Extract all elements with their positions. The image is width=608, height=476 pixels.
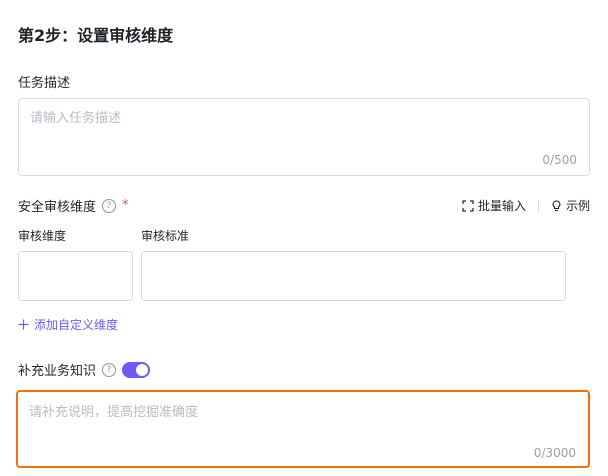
supplement-toggle[interactable] [122, 361, 151, 378]
batch-input-label: 批量输入 [477, 199, 526, 213]
supplement-counter: 0/3000 [533, 446, 576, 460]
task-description-textarea[interactable]: 请输入任务描述 0/500 [18, 98, 590, 176]
plus-icon [18, 319, 29, 330]
safety-dimension-header: 安全审核维度 ? * [18, 196, 129, 215]
add-custom-dimension-label: 添加自定义维度 [34, 318, 119, 332]
dimension-column-header: 审核维度 [18, 229, 67, 243]
task-description-counter: 0/500 [542, 153, 577, 167]
safety-toolbar: 批量输入 示例 [462, 197, 590, 214]
supplement-label: 补充业务知识 [18, 364, 97, 379]
toolbar-divider [537, 199, 539, 212]
standard-column-header: 审核标准 [141, 229, 190, 243]
required-mark: * [122, 198, 129, 213]
supplement-placeholder: 请补充说明，提高挖掘准确度 [29, 405, 199, 420]
bulb-icon [552, 199, 561, 211]
supplement-textarea[interactable]: 请补充说明，提高挖掘准确度 0/3000 [16, 390, 590, 468]
expand-icon [462, 199, 474, 212]
question-circle-icon[interactable]: ? [102, 362, 117, 377]
question-circle-icon[interactable]: ? [102, 198, 117, 213]
example-label: 示例 [565, 199, 590, 213]
standard-input[interactable] [141, 251, 566, 301]
batch-input-button[interactable]: 批量输入 [462, 197, 526, 214]
task-description-placeholder: 请输入任务描述 [30, 111, 122, 126]
example-button[interactable]: 示例 [551, 197, 590, 214]
supplement-header: 补充业务知识 ? [18, 360, 151, 379]
add-custom-dimension-button[interactable]: 添加自定义维度 [18, 316, 118, 333]
safety-dimension-label: 安全审核维度 [18, 200, 97, 215]
step-title: 第2步：设置审核维度 [18, 26, 174, 45]
toggle-knob [136, 363, 149, 376]
task-description-label: 任务描述 [18, 76, 71, 91]
dimension-input[interactable] [18, 251, 133, 301]
